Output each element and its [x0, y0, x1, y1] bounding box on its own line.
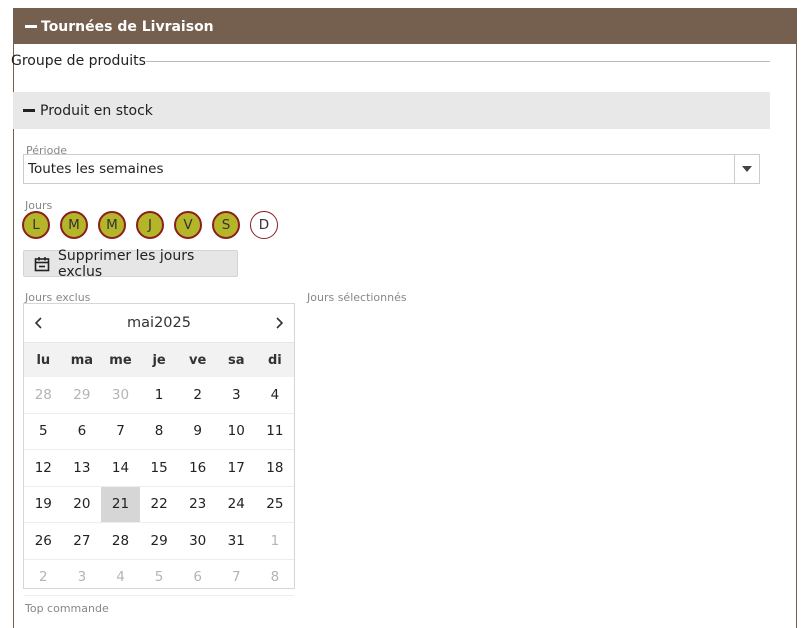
calendar-grid: 28 29 30 1 2 3 4 5 6 7 8 9 10 11 12 13 14 15 16 17 18 19 20 21 2… [24, 377, 295, 596]
weekday-header: je [152, 352, 166, 368]
jours-selectionnes-label: Jours sélectionnés [307, 291, 407, 304]
calendar-day[interactable]: 29 [62, 377, 102, 414]
calendar-month: mai [127, 315, 155, 331]
calendar-day[interactable]: 14 [101, 450, 140, 487]
clear-excluded-days-label: Supprimer les jours exclus [58, 247, 195, 280]
calendar-day[interactable]: 4 [101, 560, 140, 596]
calendar-day[interactable]: 10 [216, 414, 256, 450]
calendar-day[interactable]: 29 [139, 523, 179, 560]
chevron-down-icon [742, 166, 752, 172]
calendar-day[interactable]: 3 [62, 560, 102, 596]
calendar-day[interactable]: 26 [24, 523, 63, 560]
chevron-right-icon [276, 317, 284, 329]
calendar-day[interactable]: 6 [62, 414, 102, 450]
calendar-day[interactable]: 9 [178, 414, 217, 450]
calendar-day[interactable]: 1 [255, 523, 295, 560]
panel-title: Tournées de Livraison [41, 18, 214, 35]
calendar-day[interactable]: 2 [178, 377, 217, 414]
collapse-icon[interactable] [25, 25, 37, 28]
calendar-day[interactable]: 17 [216, 450, 256, 487]
calendar-day[interactable]: 15 [139, 450, 179, 487]
day-toggle-mardi[interactable]: M [60, 211, 88, 239]
calendar-day[interactable]: 2 [24, 560, 63, 596]
next-month-button[interactable] [264, 317, 294, 329]
calendar-day[interactable]: 7 [216, 560, 256, 596]
calendar-title: mai 2025 [127, 315, 191, 331]
calendar-day[interactable]: 28 [24, 377, 63, 414]
day-toggle-samedi[interactable]: S [212, 211, 240, 239]
dropdown-arrow[interactable] [734, 155, 759, 183]
calendar-day[interactable]: 28 [101, 523, 140, 560]
calendar-day-today[interactable]: 21 [101, 486, 140, 523]
calendar-header: mai 2025 [24, 304, 294, 343]
calendar-day[interactable]: 7 [101, 414, 140, 450]
calendar-day[interactable]: 6 [178, 560, 217, 596]
day-toggle-jeudi[interactable]: J [136, 211, 164, 239]
calendar-day[interactable]: 5 [139, 560, 179, 596]
calendar-year: 2025 [154, 315, 191, 331]
calendar-icon [34, 256, 50, 272]
calendar-day[interactable]: 31 [216, 523, 256, 560]
collapse-icon[interactable] [23, 109, 35, 112]
calendar-day[interactable]: 27 [62, 523, 102, 560]
day-toggle-dimanche[interactable]: D [250, 211, 278, 239]
periode-value: Toutes les semaines [28, 161, 164, 177]
panel-header[interactable]: Tournées de Livraison [14, 9, 796, 44]
calendar-day[interactable]: 30 [178, 523, 217, 560]
weekday-header: ma [70, 352, 94, 368]
weekday-header: me [109, 352, 132, 368]
calendar-day[interactable]: 4 [255, 377, 295, 414]
previous-month-button[interactable] [24, 317, 54, 329]
clear-excluded-days-button[interactable]: Supprimer les jours exclus [23, 247, 238, 280]
section-header[interactable]: Produit en stock [13, 92, 770, 129]
calendar-day[interactable]: 5 [24, 414, 63, 450]
weekday-header: di [267, 352, 282, 368]
calendar-day[interactable]: 3 [216, 377, 256, 414]
calendar-day[interactable]: 23 [178, 487, 217, 523]
calendar-day[interactable]: 25 [255, 487, 295, 523]
calendar-day[interactable]: 8 [255, 560, 295, 596]
weekday-header: ve [189, 352, 207, 368]
calendar-weekdays: lu ma me je ve sa di [24, 343, 294, 377]
calendar-day[interactable]: 16 [178, 450, 217, 487]
calendar-day[interactable]: 22 [139, 487, 179, 523]
group-divider [146, 61, 770, 62]
calendar-day[interactable]: 19 [24, 487, 63, 523]
calendar-day[interactable]: 11 [255, 414, 295, 450]
day-toggle-mercredi[interactable]: M [98, 211, 126, 239]
chevron-left-icon [34, 317, 42, 329]
excluded-days-calendar: mai 2025 lu ma me je ve sa di 28 29 30 1 2 3 4 5 6 7 8 9 10… [23, 303, 295, 596]
calendar-day[interactable]: 18 [255, 450, 295, 487]
calendar-day[interactable]: 30 [101, 377, 140, 414]
top-commande-label: Top commande [25, 602, 109, 615]
calendar-day[interactable]: 1 [139, 377, 179, 414]
periode-select[interactable]: Toutes les semaines [23, 154, 760, 184]
weekday-header: lu [36, 352, 51, 368]
section-title: Produit en stock [40, 102, 153, 119]
calendar-day[interactable]: 24 [216, 487, 256, 523]
day-toggle-lundi[interactable]: L [22, 211, 50, 239]
calendar-day[interactable]: 12 [24, 450, 63, 487]
group-title: Groupe de produits [11, 53, 146, 69]
weekday-header: sa [228, 352, 245, 368]
calendar-day[interactable]: 20 [62, 487, 102, 523]
day-toggle-vendredi[interactable]: V [174, 211, 202, 239]
calendar-day[interactable]: 13 [62, 450, 102, 487]
days-toggle-group: L M M J V S D [22, 211, 278, 239]
calendar-day[interactable]: 8 [139, 414, 179, 450]
